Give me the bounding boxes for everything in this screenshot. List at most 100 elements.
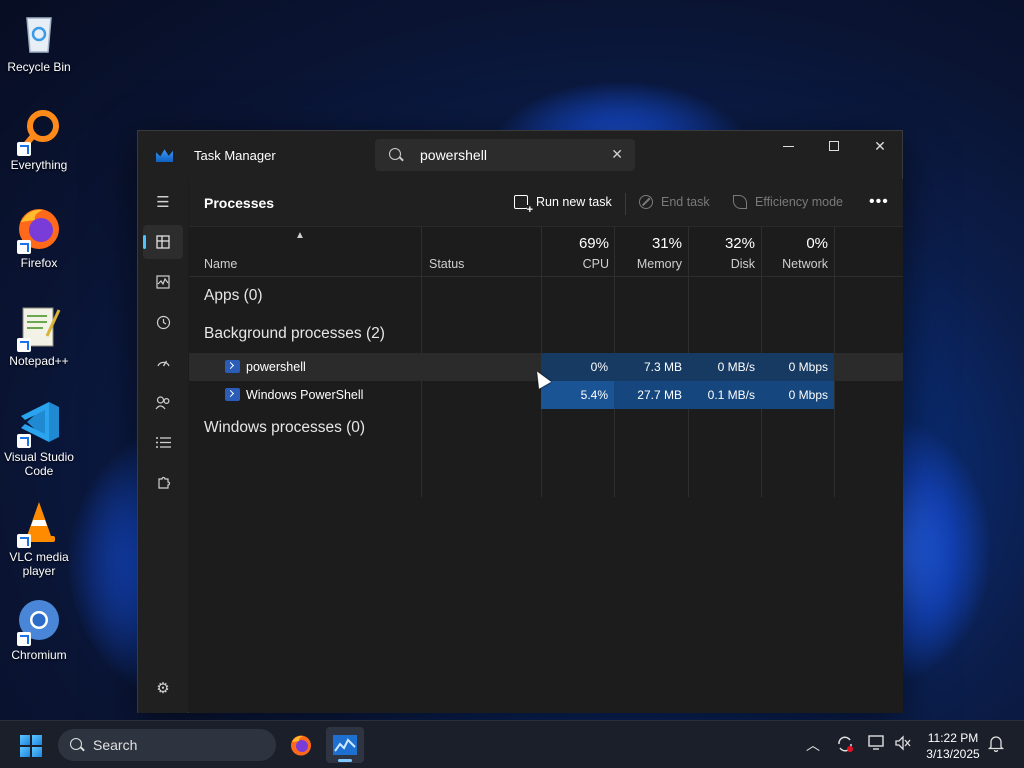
network-column-label: Network	[782, 257, 828, 271]
process-network: 0 Mbps	[761, 353, 834, 381]
group-header-apps[interactable]: Apps (0)	[189, 277, 903, 315]
windows-logo-icon	[20, 735, 30, 745]
memory-column-label: Memory	[636, 257, 682, 271]
process-disk: 0.1 MB/s	[688, 381, 761, 409]
search-icon	[389, 148, 401, 160]
speedometer-icon	[156, 360, 170, 366]
vlc-icon	[15, 498, 63, 548]
column-header-status[interactable]: Status	[429, 257, 464, 271]
taskbar-app-firefox[interactable]	[282, 727, 320, 763]
nav-users[interactable]	[143, 385, 183, 419]
efficiency-mode-label: Efficiency mode	[755, 195, 844, 209]
tray-volume-button[interactable]	[894, 735, 912, 754]
shortcut-arrow-icon	[17, 632, 31, 646]
desktop-icon-recycle-bin[interactable]: Recycle Bin	[0, 8, 78, 74]
vscode-icon	[15, 398, 63, 448]
end-task-label: End task	[661, 195, 710, 209]
search-box[interactable]: ✕	[375, 139, 635, 171]
minimize-button[interactable]	[765, 131, 811, 161]
search-input[interactable]	[420, 145, 600, 165]
task-manager-icon	[156, 149, 173, 162]
show-hidden-icons-button[interactable]: ︿	[806, 735, 820, 755]
recycle-bin-icon	[15, 8, 63, 56]
table-row[interactable]: Windows PowerShell 5.4% 27.7 MB 0.1 MB/s…	[189, 381, 903, 409]
group-label: Apps (0)	[204, 287, 263, 304]
nav-processes[interactable]	[143, 225, 183, 259]
hamburger-menu-button[interactable]: ☰	[143, 185, 183, 219]
nav-services[interactable]	[143, 465, 183, 499]
run-new-task-button[interactable]: Run new task	[514, 195, 612, 215]
shortcut-arrow-icon	[17, 434, 31, 448]
desktop-icon-label: Firefox	[20, 256, 58, 270]
process-memory: 27.7 MB	[614, 381, 688, 409]
shortcut-arrow-icon	[17, 534, 31, 548]
desktop-icon-label: Notepad++	[9, 354, 69, 368]
powershell-icon	[225, 388, 240, 401]
nav-details[interactable]	[143, 425, 183, 459]
nav-settings[interactable]: ⚙	[143, 671, 183, 705]
windows-logo-icon	[32, 747, 42, 757]
nav-startup-apps[interactable]	[143, 345, 183, 379]
shortcut-arrow-icon	[17, 338, 31, 352]
clear-search-icon[interactable]: ✕	[611, 146, 623, 163]
tray-display-button[interactable]	[868, 735, 886, 754]
nav-performance[interactable]	[143, 265, 183, 299]
search-icon	[70, 738, 82, 750]
taskbar-search[interactable]: Search	[58, 729, 276, 761]
performance-icon	[156, 275, 170, 289]
desktop-icon-notepadpp[interactable]: Notepad++	[0, 302, 78, 368]
window-title: Task Manager	[194, 148, 276, 163]
desktop-icon-vlc[interactable]: VLC media player	[0, 498, 78, 578]
processes-icon	[156, 235, 170, 249]
process-cpu: 0%	[541, 353, 614, 381]
process-memory: 7.3 MB	[614, 353, 688, 381]
end-task-button[interactable]: End task	[639, 195, 710, 209]
sort-ascending-icon: ▲	[295, 230, 305, 241]
taskbar-app-task-manager[interactable]	[326, 727, 364, 763]
desktop-icon-firefox[interactable]: Firefox	[0, 204, 78, 270]
efficiency-leaf-icon	[733, 195, 747, 209]
taskbar-search-label: Search	[93, 737, 138, 753]
taskbar-clock[interactable]: 11:22 PM 3/13/2025	[918, 730, 988, 762]
tray-sync-button[interactable]	[836, 735, 854, 756]
end-task-icon	[639, 195, 653, 209]
maximize-button[interactable]	[811, 131, 857, 161]
notifications-button[interactable]	[987, 735, 1005, 755]
process-network: 0 Mbps	[761, 381, 834, 409]
everything-icon	[15, 106, 63, 156]
details-list-icon	[155, 436, 171, 448]
run-new-task-icon	[514, 195, 533, 215]
close-button[interactable]: ✕	[857, 131, 903, 161]
group-header-windows[interactable]: Windows processes (0)	[189, 409, 903, 447]
process-name: powershell	[246, 360, 306, 374]
windows-logo-icon	[20, 747, 30, 757]
desktop-icon-everything[interactable]: Everything	[0, 106, 78, 172]
more-options-button[interactable]: •••	[869, 193, 889, 211]
disk-total-percent: 32%	[724, 235, 755, 252]
display-icon	[868, 735, 884, 750]
efficiency-mode-button[interactable]: Efficiency mode	[733, 195, 843, 209]
toolbar-divider	[625, 193, 626, 215]
start-button[interactable]	[20, 735, 42, 757]
cpu-column-label: CPU	[582, 257, 609, 271]
windows-logo-icon	[32, 735, 42, 745]
task-manager-window: Task Manager ✕ ✕ ☰	[137, 130, 903, 713]
navigation-rail: ☰ ⚙	[138, 179, 188, 713]
process-cpu: 5.4%	[541, 381, 614, 409]
hamburger-icon: ☰	[156, 194, 170, 211]
column-header-name[interactable]: Name	[204, 257, 237, 271]
group-label: Background processes (2)	[204, 325, 385, 342]
desktop-icon-vscode[interactable]: Visual Studio Code	[0, 398, 78, 478]
desktop-icon-label: VLC media player	[9, 550, 69, 578]
users-icon	[155, 395, 170, 409]
notepadpp-icon	[15, 302, 63, 352]
desktop-icon-label: Recycle Bin	[7, 60, 71, 74]
title-bar[interactable]: Task Manager ✕ ✕	[138, 131, 902, 179]
cpu-total-percent: 69%	[578, 235, 609, 252]
desktop-icon-chromium[interactable]: Chromium	[0, 596, 78, 662]
bell-icon	[987, 736, 1005, 753]
close-icon: ✕	[874, 137, 886, 154]
group-header-background[interactable]: Background processes (2)	[189, 315, 903, 353]
minimize-icon	[782, 145, 794, 147]
nav-app-history[interactable]	[143, 305, 183, 339]
